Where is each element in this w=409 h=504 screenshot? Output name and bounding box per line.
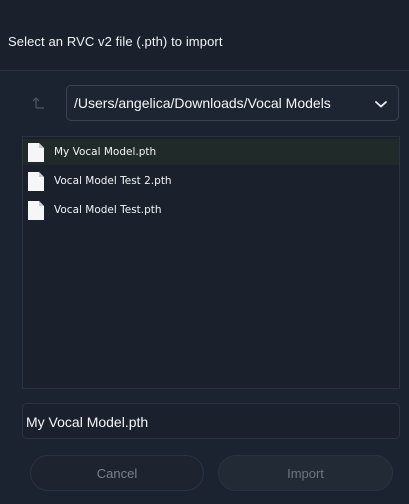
file-name: Vocal Model Test.pth: [54, 204, 162, 216]
current-path: /Users/angelica/Downloads/Vocal Models: [74, 95, 331, 111]
parent-directory-button[interactable]: [28, 92, 50, 114]
file-row[interactable]: Vocal Model Test.pth: [23, 197, 399, 223]
cancel-button[interactable]: Cancel: [30, 455, 204, 491]
import-button[interactable]: Import: [218, 455, 393, 491]
file-row[interactable]: My Vocal Model.pth: [23, 139, 399, 165]
arrow-up-icon: [32, 97, 44, 109]
chevron-down-icon: [375, 101, 387, 108]
path-dropdown[interactable]: /Users/angelica/Downloads/Vocal Models: [66, 85, 399, 121]
dialog-title: Select an RVC v2 file (.pth) to import: [8, 34, 223, 49]
file-row[interactable]: Vocal Model Test 2.pth: [23, 168, 399, 194]
file-name: My Vocal Model.pth: [54, 146, 157, 158]
dialog-header: Select an RVC v2 file (.pth) to import: [0, 0, 409, 71]
filename-value: My Vocal Model.pth: [26, 414, 149, 430]
file-name: Vocal Model Test 2.pth: [54, 175, 172, 187]
file-icon: [28, 201, 44, 220]
file-icon: [28, 143, 44, 162]
file-icon: [28, 172, 44, 191]
file-list[interactable]: My Vocal Model.pth Vocal Model Test 2.pt…: [22, 136, 400, 389]
filename-input[interactable]: My Vocal Model.pth: [22, 403, 400, 439]
